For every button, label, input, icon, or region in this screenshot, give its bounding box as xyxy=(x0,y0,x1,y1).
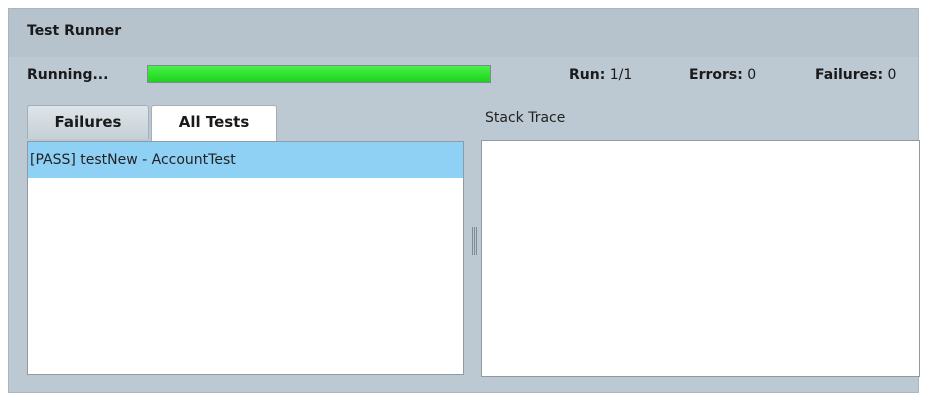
errors-value: 0 xyxy=(747,67,757,83)
test-list[interactable]: [PASS] testNew - AccountTest xyxy=(27,141,464,375)
progress-bar xyxy=(147,65,491,83)
progress-fill xyxy=(148,66,490,82)
status-row: Running... Run: 1/1 Errors: 0 Failures: … xyxy=(9,59,918,93)
grip-line xyxy=(474,227,475,255)
tab-failures[interactable]: Failures xyxy=(27,105,149,139)
grip-line xyxy=(472,227,473,255)
running-label: Running... xyxy=(27,67,109,83)
failures-value: 0 xyxy=(887,67,897,83)
run-value: 1/1 xyxy=(609,67,633,83)
run-label: Run: xyxy=(569,67,606,83)
errors-count: Errors: 0 xyxy=(689,67,756,83)
title-bar: Test Runner xyxy=(9,9,918,57)
splitter-handle[interactable] xyxy=(471,227,477,255)
stack-trace-label: Stack Trace xyxy=(485,110,566,126)
run-count: Run: 1/1 xyxy=(569,67,632,83)
test-row[interactable]: [PASS] testNew - AccountTest xyxy=(28,142,463,178)
stack-trace-panel[interactable] xyxy=(481,140,920,377)
window-title: Test Runner xyxy=(27,23,122,39)
errors-label: Errors: xyxy=(689,67,743,83)
tab-all-tests[interactable]: All Tests xyxy=(151,105,277,141)
failures-count: Failures: 0 xyxy=(815,67,896,83)
test-runner-window: Test Runner Running... Run: 1/1 Errors: … xyxy=(8,8,920,393)
grip-line xyxy=(476,227,477,255)
failures-label: Failures: xyxy=(815,67,884,83)
